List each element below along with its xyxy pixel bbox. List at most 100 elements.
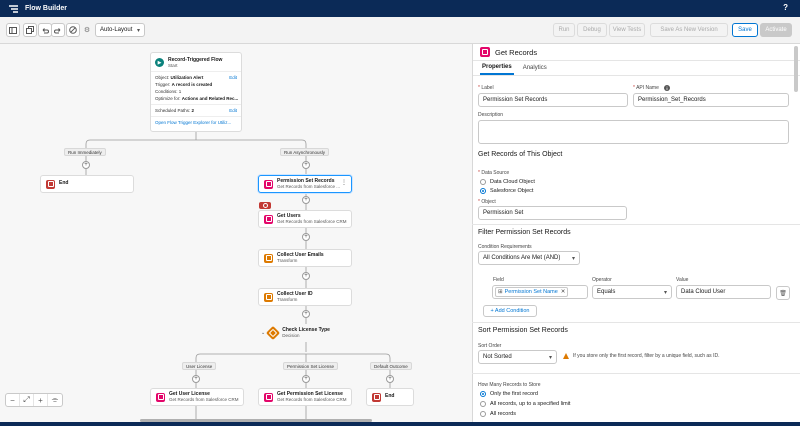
node-subtitle: Decision <box>282 333 300 339</box>
node-collect-user-id[interactable]: Collect User ID Transform <box>258 288 352 306</box>
outcome-default[interactable]: Default Outcome <box>370 362 412 370</box>
add-element-button[interactable]: + <box>192 375 200 383</box>
scheduled-paths-value: 2 <box>191 108 195 113</box>
trash-icon[interactable]: 🗑 <box>776 286 790 300</box>
add-element-button[interactable]: + <box>302 375 310 383</box>
copy-button[interactable] <box>23 23 37 37</box>
warning-icon <box>563 353 569 359</box>
undo-button[interactable] <box>38 23 52 37</box>
error-badge-icon <box>259 202 271 209</box>
flow-builder-logo <box>9 4 18 13</box>
api-name-field-label: * API Name <box>633 85 659 91</box>
outcome-permission-set-license[interactable]: Permission Set License <box>283 362 339 370</box>
api-name-input[interactable]: Permission_Set_Records <box>633 93 789 107</box>
path-run-immediately[interactable]: Run Immediately <box>64 148 106 156</box>
get-records-icon <box>264 392 273 402</box>
help-icon[interactable]: ? <box>783 3 788 12</box>
node-collect-user-emails[interactable]: Collect User Emails Transform <box>258 249 352 267</box>
add-element-button[interactable]: + <box>302 161 310 169</box>
errors-button[interactable] <box>66 23 80 37</box>
end-node[interactable]: End <box>40 175 134 193</box>
node-check-license-type[interactable]: ⌄ Check License Type Decision <box>258 324 352 342</box>
layout-select[interactable]: Auto-Layout ▾ <box>95 23 145 37</box>
radio-data-cloud-object[interactable]: Data Cloud Object <box>480 179 535 185</box>
operator-select[interactable]: Equals ▾ <box>592 285 672 299</box>
end-label: End <box>385 393 395 400</box>
add-element-button[interactable]: + <box>302 196 310 204</box>
chevron-down-icon: ▾ <box>136 28 140 34</box>
edit-scheduled-paths-link[interactable]: Edit <box>229 108 237 113</box>
field-input[interactable]: ⊞ Permission Set Name ✕ <box>492 285 588 299</box>
radio-only-first-record[interactable]: Only the first record <box>480 391 538 397</box>
get-records-icon <box>264 214 273 224</box>
node-permission-set-records[interactable]: Permission Set Records Get Records from … <box>258 175 352 193</box>
toggle-panel-button[interactable] <box>6 23 20 37</box>
run-button[interactable]: Run <box>553 23 575 37</box>
node-subtitle: Get Records from Salesforce ... <box>277 184 341 190</box>
info-icon[interactable]: i <box>664 85 670 91</box>
node-subtitle: Get Records from Salesforce CRM <box>277 219 347 225</box>
start-element[interactable]: ▶ Record-Triggered Flow Start Object: Ut… <box>150 52 242 132</box>
tab-analytics[interactable]: Analytics <box>521 61 549 75</box>
add-condition-button[interactable]: + Add Condition <box>483 305 537 317</box>
stop-icon <box>372 392 381 402</box>
condition-requirements-select[interactable]: All Conditions Are Met (AND) ▾ <box>478 251 580 265</box>
remove-field-icon[interactable]: ✕ <box>561 289 566 295</box>
path-run-asynchronously[interactable]: Run Asynchronously <box>280 148 330 156</box>
node-subtitle: Transform <box>277 297 298 303</box>
node-subtitle: Transform <box>277 258 298 264</box>
toolbar: ⚙ Auto-Layout ▾ Run Debug View Tests Sav… <box>0 17 800 44</box>
add-element-button[interactable]: + <box>302 233 310 241</box>
add-element-button[interactable]: + <box>302 310 310 318</box>
outcome-user-license[interactable]: User License <box>182 362 217 370</box>
object-input[interactable]: Permission Set <box>478 206 627 220</box>
sort-warning: If you store only the first record, filt… <box>563 353 719 359</box>
start-object-value: Utilization Alert <box>170 75 204 80</box>
radio-salesforce-object[interactable]: Salesforce Object <box>480 188 533 194</box>
zoom-out-icon[interactable]: − <box>6 394 20 406</box>
description-textarea[interactable] <box>478 120 789 144</box>
operator-column-label: Operator <box>592 277 612 283</box>
undo-icon <box>42 27 49 33</box>
sort-order-select[interactable]: Not Sorted ▾ <box>478 350 557 364</box>
edit-object-link[interactable]: Edit <box>229 75 237 80</box>
gear-icon: ⚙ <box>83 27 91 34</box>
canvas-scrollbar[interactable] <box>140 419 372 422</box>
radio-all-records-limit[interactable]: All records, up to a specified limit <box>480 401 570 407</box>
decision-icon <box>266 325 281 341</box>
end-label: End <box>59 180 69 187</box>
add-element-button[interactable]: + <box>386 375 394 383</box>
view-tests-button[interactable]: View Tests <box>609 23 645 37</box>
redo-button[interactable] <box>51 23 65 37</box>
start-trigger-label: Trigger: <box>155 82 171 87</box>
activate-button[interactable]: Activate <box>760 23 792 37</box>
fit-icon[interactable]: ⤢ <box>20 394 34 406</box>
zoom-in-icon[interactable]: + <box>34 394 48 406</box>
add-element-button[interactable]: + <box>82 161 90 169</box>
debug-button[interactable]: Debug <box>577 23 607 37</box>
radio-all-records[interactable]: All records <box>480 411 516 417</box>
end-node[interactable]: End <box>366 388 414 406</box>
more-actions-icon[interactable]: ⋮ <box>341 179 347 186</box>
panel-scrollbar[interactable] <box>794 46 798 92</box>
settings-button[interactable]: ⚙ <box>82 23 92 37</box>
copy-icon <box>26 26 34 34</box>
add-element-button[interactable]: + <box>302 272 310 280</box>
center-icon[interactable]: ⌯ <box>48 394 62 406</box>
node-get-permission-set-license[interactable]: Get Permission Set License Get Records f… <box>258 388 352 406</box>
flow-canvas[interactable]: ▶ Record-Triggered Flow Start Object: Ut… <box>0 44 472 422</box>
transform-icon <box>264 292 273 302</box>
value-input[interactable]: Data Cloud User <box>676 285 771 299</box>
label-field-label: * Label <box>478 85 494 91</box>
save-button[interactable]: Save <box>732 23 758 37</box>
node-get-users[interactable]: Get Users Get Records from Salesforce CR… <box>258 210 352 228</box>
trigger-explorer-link[interactable]: Open Flow Trigger Explorer for Utiliz... <box>151 119 241 126</box>
save-as-new-version-button[interactable]: Save As New Version <box>650 23 728 37</box>
node-get-user-license[interactable]: Get User License Get Records from Salesf… <box>150 388 244 406</box>
start-optimize-value: Actions and Related Rec... <box>181 96 239 101</box>
chevron-down-icon: ▾ <box>663 289 667 296</box>
collapse-chevron-icon[interactable]: ⌄ <box>261 330 265 336</box>
label-input[interactable]: Permission Set Records <box>478 93 628 107</box>
tab-properties[interactable]: Properties <box>480 61 514 75</box>
field-pill: ⊞ Permission Set Name ✕ <box>495 287 569 297</box>
